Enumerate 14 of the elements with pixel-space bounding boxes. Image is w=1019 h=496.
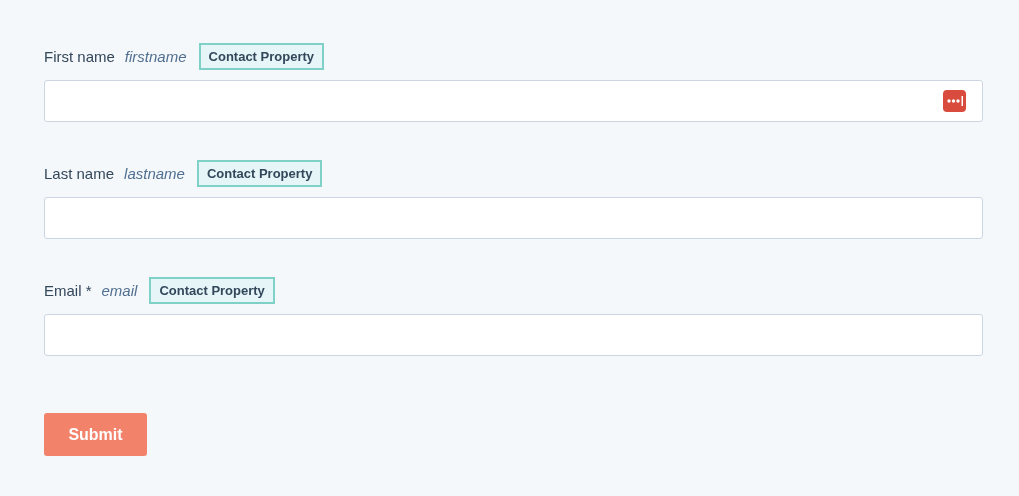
internal-name: email xyxy=(101,281,138,299)
field-label: Last name xyxy=(44,164,115,182)
internal-name: lastname xyxy=(124,164,185,182)
field-label: Email * xyxy=(44,281,92,299)
field-label: First name xyxy=(44,47,115,65)
input-field[interactable] xyxy=(44,197,983,239)
submit-button[interactable]: Submit xyxy=(44,413,147,456)
input-field[interactable] xyxy=(44,314,983,356)
password-manager-icon[interactable] xyxy=(943,90,966,112)
internal-name: firstname xyxy=(124,47,187,65)
property-tag: Contact Property xyxy=(198,42,324,70)
input-field[interactable] xyxy=(44,80,983,122)
property-tag: Contact Property xyxy=(149,276,275,304)
property-tag: Contact Property xyxy=(196,159,323,187)
